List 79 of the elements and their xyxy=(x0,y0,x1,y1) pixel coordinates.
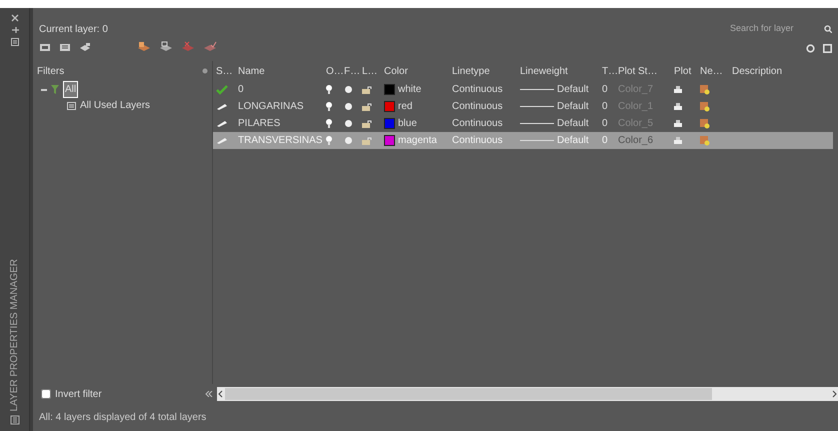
lightbulb-icon[interactable] xyxy=(326,102,332,111)
linetype[interactable]: Continuous xyxy=(449,116,517,131)
lightbulb-icon[interactable] xyxy=(326,119,332,128)
lineweight-line xyxy=(520,89,554,90)
vp-freeze-icon[interactable] xyxy=(700,118,710,128)
collapse-panel-icon[interactable] xyxy=(205,391,213,397)
palette-icon xyxy=(10,415,20,425)
layer-row[interactable]: TRANSVERSINAS magenta Continuous Default 0 Color_6 xyxy=(213,132,833,149)
printer-icon[interactable] xyxy=(674,86,682,94)
linetype[interactable]: Continuous xyxy=(449,99,517,114)
invert-filter-checkbox[interactable] xyxy=(41,389,51,399)
new-filter-icon[interactable] xyxy=(39,42,51,52)
filter-list-icon xyxy=(67,102,76,110)
filters-header: Filters xyxy=(37,64,64,78)
column-header[interactable]: Plot xyxy=(671,64,697,78)
lock-icon[interactable] xyxy=(362,102,372,110)
lineweight[interactable]: Default xyxy=(557,82,589,97)
color-name[interactable]: white xyxy=(398,82,422,97)
linetype[interactable]: Continuous xyxy=(449,82,517,97)
lineweight-line xyxy=(520,123,554,124)
lineweight[interactable]: Default xyxy=(557,99,589,114)
column-header[interactable]: Linetype xyxy=(449,64,517,78)
new-layer-icon[interactable] xyxy=(137,41,151,53)
column-header[interactable]: L… xyxy=(359,64,381,78)
scroll-right-icon[interactable] xyxy=(830,390,838,398)
new-vp-layer-icon[interactable] xyxy=(159,41,173,53)
properties-icon[interactable] xyxy=(10,38,18,46)
filter-item[interactable]: All xyxy=(63,81,78,98)
lineweight[interactable]: Default xyxy=(557,116,589,131)
column-header[interactable]: Plot St… xyxy=(615,64,671,78)
printer-icon[interactable] xyxy=(674,120,682,128)
filter-item[interactable]: All Used Layers xyxy=(80,98,150,113)
column-header[interactable]: S… xyxy=(213,64,235,78)
plot-style[interactable]: Color_6 xyxy=(615,133,671,148)
layer-name[interactable]: LONGARINAS xyxy=(235,99,323,114)
color-name[interactable]: blue xyxy=(398,116,417,131)
close-icon[interactable] xyxy=(10,14,18,22)
transparency[interactable]: 0 xyxy=(599,99,615,114)
settings-icon[interactable] xyxy=(823,44,832,52)
checkmark-icon xyxy=(216,84,228,94)
lineweight-line xyxy=(520,140,554,141)
search-icon[interactable] xyxy=(824,24,832,33)
status-bar-text: All: 4 layers displayed of 4 total layers xyxy=(39,412,206,423)
transparency[interactable]: 0 xyxy=(599,82,615,97)
lightbulb-icon[interactable] xyxy=(326,85,332,94)
group-filter-icon[interactable] xyxy=(59,42,71,52)
column-header[interactable]: O… xyxy=(323,64,341,78)
vp-freeze-icon[interactable] xyxy=(700,84,710,94)
scrollbar-thumb[interactable] xyxy=(225,388,712,400)
layer-icon xyxy=(216,136,228,144)
horizontal-scrollbar[interactable] xyxy=(217,387,838,401)
layer-icon xyxy=(216,120,228,128)
layer-name[interactable]: 0 xyxy=(235,82,323,97)
lock-icon[interactable] xyxy=(362,120,372,128)
current-layer-label: Current layer: 0 xyxy=(39,23,109,37)
search-field[interactable]: Search for layer xyxy=(730,22,820,36)
color-name[interactable]: red xyxy=(398,99,412,114)
collapse-icon[interactable] xyxy=(202,68,208,74)
set-current-icon[interactable] xyxy=(203,41,217,53)
column-header[interactable]: Description xyxy=(729,64,819,78)
layer-states-icon[interactable] xyxy=(79,42,91,52)
transparency[interactable]: 0 xyxy=(599,116,615,131)
column-header[interactable]: F… xyxy=(341,64,359,78)
refresh-icon[interactable] xyxy=(806,44,815,52)
lineweight-line xyxy=(520,106,554,107)
column-header[interactable]: Name xyxy=(235,64,323,78)
filter-funnel-icon xyxy=(51,85,59,94)
column-header[interactable]: Color xyxy=(381,64,449,78)
vp-freeze-icon[interactable] xyxy=(700,102,710,112)
layer-name[interactable]: PILARES xyxy=(235,116,323,131)
column-header[interactable]: Lineweight xyxy=(517,64,599,78)
column-header[interactable]: Ne… xyxy=(697,64,729,78)
palette-title: LAYER PROPERTIES MANAGER xyxy=(8,258,21,411)
scroll-left-icon[interactable] xyxy=(217,390,225,398)
layer-icon xyxy=(216,102,228,110)
lock-icon[interactable] xyxy=(362,86,372,94)
invert-filter-label[interactable]: Invert filter xyxy=(55,386,102,402)
printer-icon[interactable] xyxy=(674,102,682,110)
column-header[interactable]: T… xyxy=(599,64,615,78)
